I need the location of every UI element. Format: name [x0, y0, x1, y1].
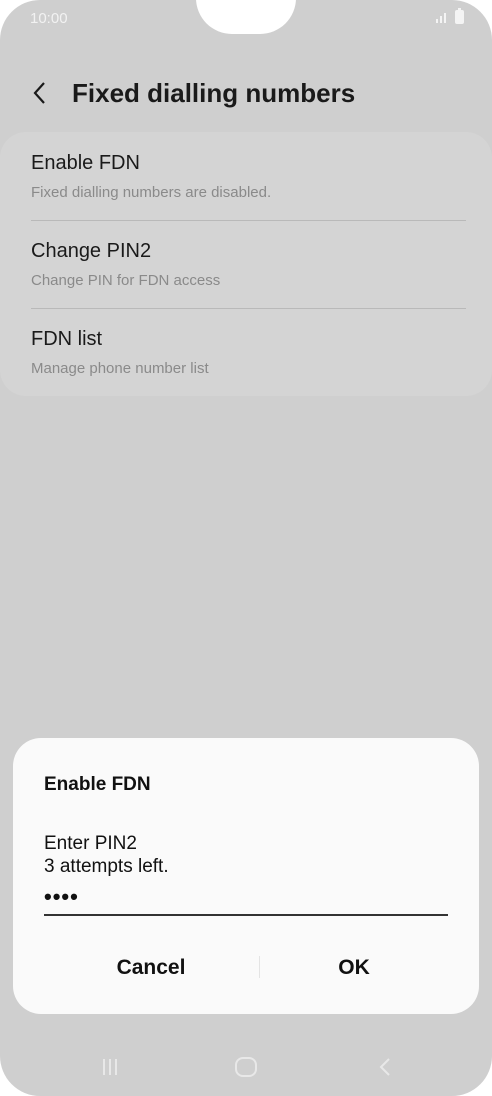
ok-button[interactable]: OK [254, 946, 454, 990]
cancel-button[interactable]: Cancel [51, 946, 251, 990]
setting-change-pin2[interactable]: Change PIN2 Change PIN for FDN access [31, 220, 466, 306]
home-button[interactable] [226, 1050, 266, 1084]
navigation-bar [0, 1040, 492, 1096]
setting-subtitle: Fixed dialling numbers are disabled. [31, 184, 272, 201]
status-time: 10:00 [30, 10, 68, 27]
dialog-title: Enable FDN [44, 774, 151, 795]
pin2-input[interactable] [44, 880, 448, 916]
back-nav-button[interactable] [366, 1050, 406, 1084]
page-title: Fixed dialling numbers [72, 78, 356, 108]
camera-notch [196, 0, 296, 34]
setting-title: Enable FDN [31, 152, 140, 174]
app-header: Fixed dialling numbers [0, 70, 492, 114]
recent-apps-icon [103, 1059, 117, 1075]
back-icon [379, 1058, 390, 1076]
back-button[interactable] [26, 76, 56, 110]
setting-subtitle: Manage phone number list [31, 360, 209, 377]
setting-title: Change PIN2 [31, 240, 152, 262]
signal-icon [436, 13, 446, 23]
setting-subtitle: Change PIN for FDN access [31, 272, 221, 289]
setting-enable-fdn[interactable]: Enable FDN Fixed dialling numbers are di… [31, 132, 466, 218]
setting-title: FDN list [31, 328, 103, 350]
enable-fdn-dialog: Enable FDN Enter PIN2 3 attempts left. C… [13, 738, 479, 1014]
status-icons [435, 8, 464, 24]
battery-icon [455, 8, 464, 24]
recent-apps-button[interactable] [90, 1050, 130, 1084]
setting-fdn-list[interactable]: FDN list Manage phone number list [31, 308, 466, 394]
attempts-left-text: 3 attempts left. [44, 856, 169, 877]
settings-card: Enable FDN Fixed dialling numbers are di… [0, 132, 492, 396]
home-icon [235, 1057, 257, 1077]
chevron-left-icon [33, 82, 45, 104]
phone-screen: 10:00 Fixed dialling numbers Enable FDN … [0, 0, 492, 1096]
dialog-message: Enter PIN2 [44, 833, 137, 854]
